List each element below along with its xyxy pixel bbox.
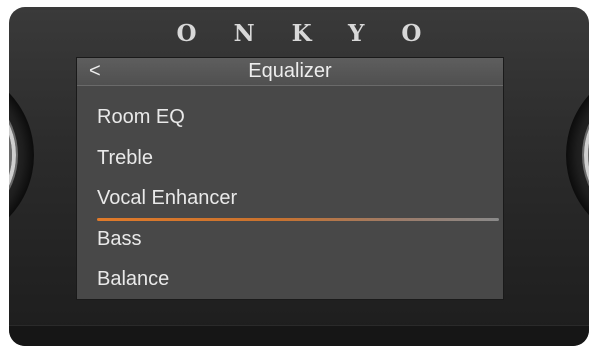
menu-item-label: Bass xyxy=(97,227,142,250)
menu-item-label: Vocal Enhancer xyxy=(97,187,238,209)
left-volume-knob[interactable] xyxy=(9,65,34,245)
screen-title: Equalizer xyxy=(248,60,332,82)
device-frame: ONKYO < Equalizer Room EQ Treble Vocal E… xyxy=(9,7,589,346)
menu-item-balance[interactable]: Balance xyxy=(97,262,497,303)
right-volume-knob[interactable] xyxy=(566,65,589,245)
knob-ring xyxy=(9,83,16,227)
brand-logo: ONKYO xyxy=(176,20,459,47)
menu-item-label: Room EQ xyxy=(97,106,185,128)
menu-item-treble[interactable]: Treble xyxy=(97,141,497,182)
menu-item-room-eq[interactable]: Room EQ xyxy=(97,100,497,141)
equalizer-menu: Room EQ Treble Vocal Enhancer Bass Balan… xyxy=(97,100,499,303)
menu-item-label: Treble xyxy=(97,146,153,169)
menu-item-vocal-enhancer[interactable]: Vocal Enhancer xyxy=(97,181,499,222)
bottom-panel xyxy=(9,325,589,346)
knob-ring xyxy=(584,83,589,227)
title-bar: < Equalizer xyxy=(77,58,503,86)
menu-item-label: Balance xyxy=(97,268,170,290)
display-screen: < Equalizer Room EQ Treble Vocal Enhance… xyxy=(76,57,504,300)
menu-item-bass[interactable]: Bass xyxy=(97,222,497,263)
